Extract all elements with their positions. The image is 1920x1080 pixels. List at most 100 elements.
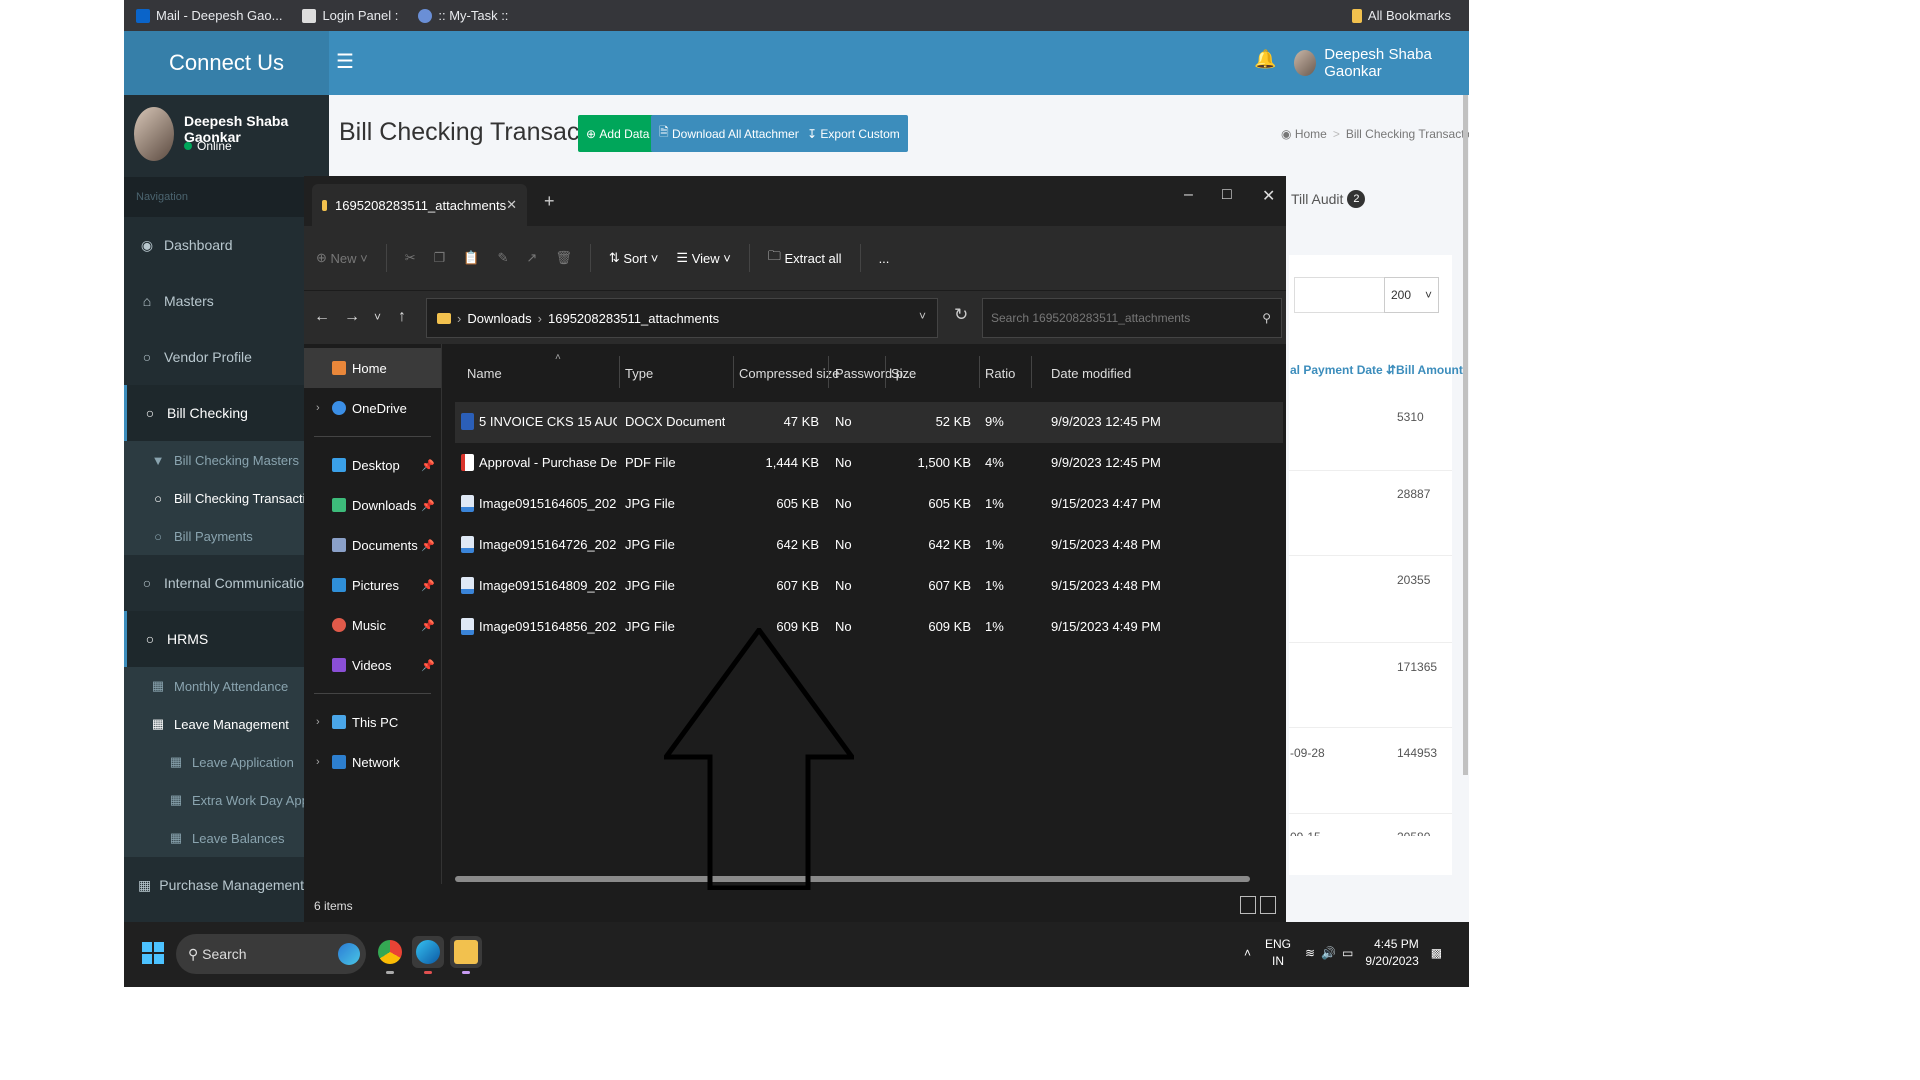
nav-item-this-pc[interactable]: › This PC xyxy=(304,702,441,742)
sidebar-item-leave-balances[interactable]: ▦ Leave Balances xyxy=(124,819,329,857)
column-divider[interactable] xyxy=(733,356,734,388)
column-header-type[interactable]: Type xyxy=(625,366,653,381)
pin-icon[interactable]: 📌 xyxy=(421,659,435,672)
column-header-date-modified[interactable]: Date modified xyxy=(1051,366,1131,381)
breadcrumb-downloads[interactable]: Downloads xyxy=(467,311,531,326)
new-button[interactable]: ⊕ New ˅ xyxy=(316,250,368,266)
delete-icon[interactable]: 🗑 xyxy=(555,250,572,266)
nav-item-home[interactable]: Home xyxy=(304,348,441,388)
pin-icon[interactable]: 📌 xyxy=(421,579,435,592)
bookmark-my-task[interactable]: :: My-Task :: xyxy=(418,8,508,23)
bookmark-login-panel[interactable]: Login Panel : xyxy=(302,8,398,23)
header-user-menu[interactable]: Deepesh Shaba Gaonkar xyxy=(1294,46,1469,80)
explorer-search-input[interactable]: Search 1695208283511_attachments ⚲ xyxy=(982,298,1282,338)
all-bookmarks[interactable]: All Bookmarks xyxy=(1351,0,1451,31)
more-options-button[interactable]: ... xyxy=(879,251,890,266)
download-all-attachment-button[interactable]: 🗎 Download All Attachment xyxy=(651,115,813,152)
file-explorer-icon[interactable] xyxy=(450,936,482,974)
column-header-payment-date[interactable]: al Payment Date ⇵ xyxy=(1290,363,1396,377)
sidebar-item-bill-checking[interactable]: ○ Bill Checking xyxy=(124,385,329,441)
file-row[interactable]: Approval - Purchase Department_2... PDF … xyxy=(455,443,1283,484)
file-row[interactable]: Image0915164809_2023-09-15 04... JPG Fil… xyxy=(455,566,1283,607)
sidebar-item-leave-application[interactable]: ▦ Leave Application xyxy=(124,743,329,781)
battery-icon[interactable]: ▭ xyxy=(1342,946,1353,960)
explorer-tab[interactable]: 1695208283511_attachments ✕ xyxy=(312,184,527,226)
column-divider[interactable] xyxy=(885,356,886,388)
nav-item-onedrive[interactable]: › OneDrive xyxy=(304,388,441,428)
column-divider[interactable] xyxy=(979,356,980,388)
new-tab-icon[interactable]: + xyxy=(544,191,555,212)
close-window-icon[interactable]: ✕ xyxy=(1262,186,1275,206)
file-row[interactable]: 5 INVOICE CKS 15 AUG ATHANI DE... DOCX D… xyxy=(455,402,1283,443)
pin-icon[interactable]: 📌 xyxy=(421,499,435,512)
language-indicator[interactable]: ENG IN xyxy=(1265,936,1291,970)
recent-locations-icon[interactable]: ˅ xyxy=(374,310,381,324)
volume-icon[interactable]: 🔊 xyxy=(1321,946,1336,960)
cut-icon[interactable]: ✂ xyxy=(405,250,416,266)
column-divider[interactable] xyxy=(1031,356,1032,388)
chevron-up-icon[interactable]: ˄ xyxy=(1244,946,1251,960)
chrome-icon[interactable] xyxy=(374,936,406,974)
nav-item-downloads[interactable]: Downloads 📌 xyxy=(304,485,441,525)
sidebar-item-purchase-management[interactable]: ▦ Purchase Management Syst xyxy=(124,857,329,913)
back-arrow-icon[interactable]: ← xyxy=(314,308,330,326)
forward-arrow-icon[interactable]: → xyxy=(344,308,360,326)
column-divider[interactable] xyxy=(619,356,620,388)
file-row[interactable]: Image0915164726_2023-09-15 04... JPG Fil… xyxy=(455,525,1283,566)
column-header-size[interactable]: Size xyxy=(891,366,916,381)
sidebar-item-monthly-attendance[interactable]: ▦ Monthly Attendance xyxy=(124,667,329,705)
taskbar-search[interactable]: ⚲ Search xyxy=(176,934,366,974)
breadcrumb-current-folder[interactable]: 1695208283511_attachments xyxy=(548,311,719,326)
brand-logo[interactable]: Connect Us xyxy=(124,31,329,95)
sidebar-item-extra-work-day[interactable]: ▦ Extra Work Day Applic xyxy=(124,781,329,819)
extract-all-button[interactable]: 🗀 Extract all xyxy=(768,247,842,269)
pin-icon[interactable]: 📌 xyxy=(421,619,435,632)
paste-icon[interactable]: 📋 xyxy=(463,250,479,266)
copy-icon[interactable]: ❐ xyxy=(434,250,446,266)
pin-icon[interactable]: 📌 xyxy=(421,539,435,552)
sort-button[interactable]: ⇅ Sort ˅ xyxy=(609,250,659,266)
sidebar-item-internal-communication[interactable]: ○ Internal Communication xyxy=(124,555,329,611)
sidebar-item-leave-management[interactable]: ▦ Leave Management xyxy=(124,705,329,743)
column-header-compressed-size[interactable]: Compressed size xyxy=(739,366,839,381)
sidebar-item-hrms[interactable]: ○ HRMS xyxy=(124,611,329,667)
nav-item-network[interactable]: › Network xyxy=(304,742,441,782)
clock[interactable]: 4:45 PM 9/20/2023 xyxy=(1365,936,1418,970)
share-icon[interactable]: ↗ xyxy=(526,250,537,266)
bookmark-mail[interactable]: Mail - Deepesh Gao... xyxy=(136,8,282,23)
nav-item-pictures[interactable]: Pictures 📌 xyxy=(304,565,441,605)
column-header-ratio[interactable]: Ratio xyxy=(985,366,1015,381)
export-custom-button[interactable]: ↧ Export Custom xyxy=(799,115,908,152)
tab-till-audit[interactable]: Till Audit 2 xyxy=(1291,190,1366,208)
nav-item-music[interactable]: Music 📌 xyxy=(304,605,441,645)
notification-icon[interactable]: ▩ xyxy=(1431,946,1442,960)
bing-icon[interactable] xyxy=(338,943,360,965)
file-row[interactable]: Image0915164605_2023-09-15 04... JPG Fil… xyxy=(455,484,1283,525)
breadcrumb-home[interactable]: Home xyxy=(1295,127,1327,141)
up-arrow-icon[interactable]: ↑ xyxy=(398,308,406,326)
maximize-icon[interactable]: □ xyxy=(1222,186,1232,204)
tiles-view-icon[interactable] xyxy=(1260,896,1276,914)
nav-item-desktop[interactable]: Desktop 📌 xyxy=(304,445,441,485)
address-input[interactable]: › Downloads › 1695208283511_attachments xyxy=(426,298,938,338)
page-scrollbar[interactable] xyxy=(1463,95,1468,775)
menu-toggle-icon[interactable]: ☰ xyxy=(336,49,354,74)
view-button[interactable]: ☰ View ˅ xyxy=(676,250,730,266)
windows-start-icon[interactable] xyxy=(142,942,164,964)
add-data-button[interactable]: ⊕ Add Data xyxy=(578,115,658,152)
edge-icon[interactable] xyxy=(412,936,444,974)
address-dropdown-icon[interactable]: ˅ xyxy=(919,309,926,323)
sidebar-item-bill-checking-masters[interactable]: ▼ Bill Checking Masters xyxy=(124,441,329,479)
refresh-icon[interactable]: ↻ xyxy=(954,305,968,325)
nav-item-documents[interactable]: Documents 📌 xyxy=(304,525,441,565)
rename-icon[interactable]: ✎ xyxy=(498,250,509,266)
minimize-icon[interactable]: – xyxy=(1184,186,1193,204)
column-divider[interactable] xyxy=(828,356,829,388)
sidebar-item-vendor-profile[interactable]: ○ Vendor Profile xyxy=(124,329,329,385)
file-row[interactable]: Image0915164856_2023-09-15 04... JPG Fil… xyxy=(455,607,1283,648)
page-size-select[interactable]: 200 ˅ xyxy=(1384,277,1439,313)
column-header-name[interactable]: Name xyxy=(467,366,502,381)
sidebar-item-bill-payments[interactable]: ○ Bill Payments xyxy=(124,517,329,555)
column-header-bill-amount[interactable]: Bill Amount xyxy=(1396,363,1463,377)
close-tab-icon[interactable]: ✕ xyxy=(506,197,517,213)
